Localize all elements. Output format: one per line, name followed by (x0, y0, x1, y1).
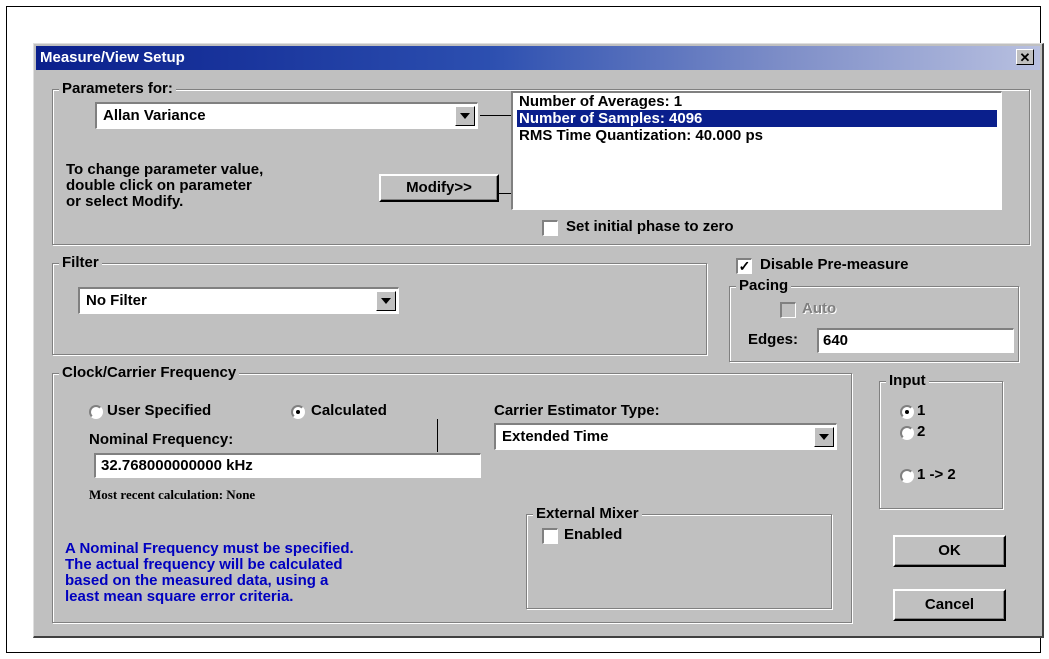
mixer-enabled-label: Enabled (564, 526, 623, 543)
note-line: least mean square error criteria. (65, 588, 294, 605)
user-specified-radio[interactable] (89, 405, 103, 419)
disable-premeasure-label: Disable Pre-measure (760, 256, 909, 273)
input-label-1-to-2: 1 -> 2 (917, 466, 956, 483)
phase-zero-checkbox[interactable] (542, 220, 558, 236)
edges-input[interactable]: 640 (817, 328, 1014, 353)
frequency-note: A Nominal Frequency must be specified. T… (65, 541, 354, 605)
input-radio-2[interactable] (900, 426, 914, 440)
parameter-type-value: Allan Variance (103, 107, 206, 124)
parameter-type-dropdown-button[interactable] (455, 106, 475, 126)
edges-label: Edges: (748, 331, 799, 348)
filter-legend: Filter (59, 254, 102, 272)
input-label-1: 1 (917, 402, 926, 419)
filter-value: No Filter (86, 292, 147, 309)
check-icon: ✓ (738, 258, 751, 274)
estimator-dropdown-button[interactable] (814, 427, 834, 447)
list-item-selected[interactable]: Number of Samples: 4096 (517, 110, 997, 127)
input-radio-1[interactable] (900, 405, 914, 419)
chevron-down-icon (381, 298, 391, 304)
pacing-legend: Pacing (736, 277, 792, 295)
modify-button[interactable]: Modify>> (379, 174, 499, 202)
close-icon: ✕ (1019, 50, 1031, 65)
radio-selected-dot (296, 410, 300, 414)
help-line: double click on parameter (66, 177, 252, 194)
input-legend: Input (886, 372, 929, 390)
connector-line (480, 115, 511, 116)
estimator-type-value: Extended Time (502, 428, 609, 445)
phase-zero-label: Set initial phase to zero (566, 218, 734, 235)
cancel-button[interactable]: Cancel (893, 589, 1006, 621)
user-specified-label: User Specified (107, 402, 212, 419)
close-button[interactable]: ✕ (1016, 49, 1034, 65)
recent-calculation: Most recent calculation: None (89, 487, 256, 502)
list-item[interactable]: RMS Time Quantization: 40.000 ps (517, 127, 997, 144)
parameters-legend: Parameters for: (59, 80, 176, 98)
external-mixer-legend: External Mixer (533, 505, 642, 523)
connector-line (437, 419, 438, 452)
nominal-frequency-label: Nominal Frequency: (89, 431, 234, 448)
radio-selected-dot (905, 410, 909, 414)
calculated-label: Calculated (311, 402, 387, 419)
connector-line (499, 193, 511, 194)
edges-value: 640 (823, 332, 849, 349)
parameter-type-combo[interactable]: Allan Variance (95, 102, 478, 129)
nominal-frequency-value: 32.768000000000 kHz (101, 457, 253, 474)
help-line: or select Modify. (66, 193, 184, 210)
ok-button[interactable]: OK (893, 535, 1006, 567)
parameter-help-text: To change parameter value, double click … (66, 162, 263, 210)
note-line: A Nominal Frequency must be specified. (65, 540, 354, 557)
auto-checkbox[interactable] (780, 302, 796, 318)
list-item[interactable]: Number of Averages: 1 (517, 93, 997, 110)
input-radio-1-to-2[interactable] (900, 469, 914, 483)
help-line: To change parameter value, (66, 161, 264, 178)
note-line: The actual frequency will be calculated (65, 556, 343, 573)
note-line: based on the measured data, using a (65, 572, 329, 589)
filter-combo[interactable]: No Filter (78, 287, 399, 314)
mixer-enabled-checkbox[interactable] (542, 528, 558, 544)
title-bar[interactable]: Measure/View Setup ✕ (36, 46, 1040, 70)
disable-premeasure-checkbox[interactable]: ✓ (736, 258, 752, 274)
parameter-list[interactable]: Number of Averages: 1 Number of Samples:… (511, 91, 1002, 210)
nominal-frequency-input[interactable]: 32.768000000000 kHz (94, 453, 481, 478)
estimator-type-label: Carrier Estimator Type: (494, 402, 660, 419)
clock-carrier-legend: Clock/Carrier Frequency (59, 364, 240, 382)
chevron-down-icon (819, 434, 829, 440)
estimator-type-combo[interactable]: Extended Time (494, 423, 837, 450)
chevron-down-icon (460, 113, 470, 119)
filter-dropdown-button[interactable] (376, 291, 396, 311)
window-title: Measure/View Setup (40, 49, 185, 66)
input-label-2: 2 (917, 423, 926, 440)
measure-view-setup-dialog: Measure/View Setup ✕ Parameters for: All… (33, 43, 1044, 638)
input-group: Input (879, 372, 1003, 509)
auto-label: Auto (802, 300, 837, 317)
calculated-radio[interactable] (291, 405, 305, 419)
